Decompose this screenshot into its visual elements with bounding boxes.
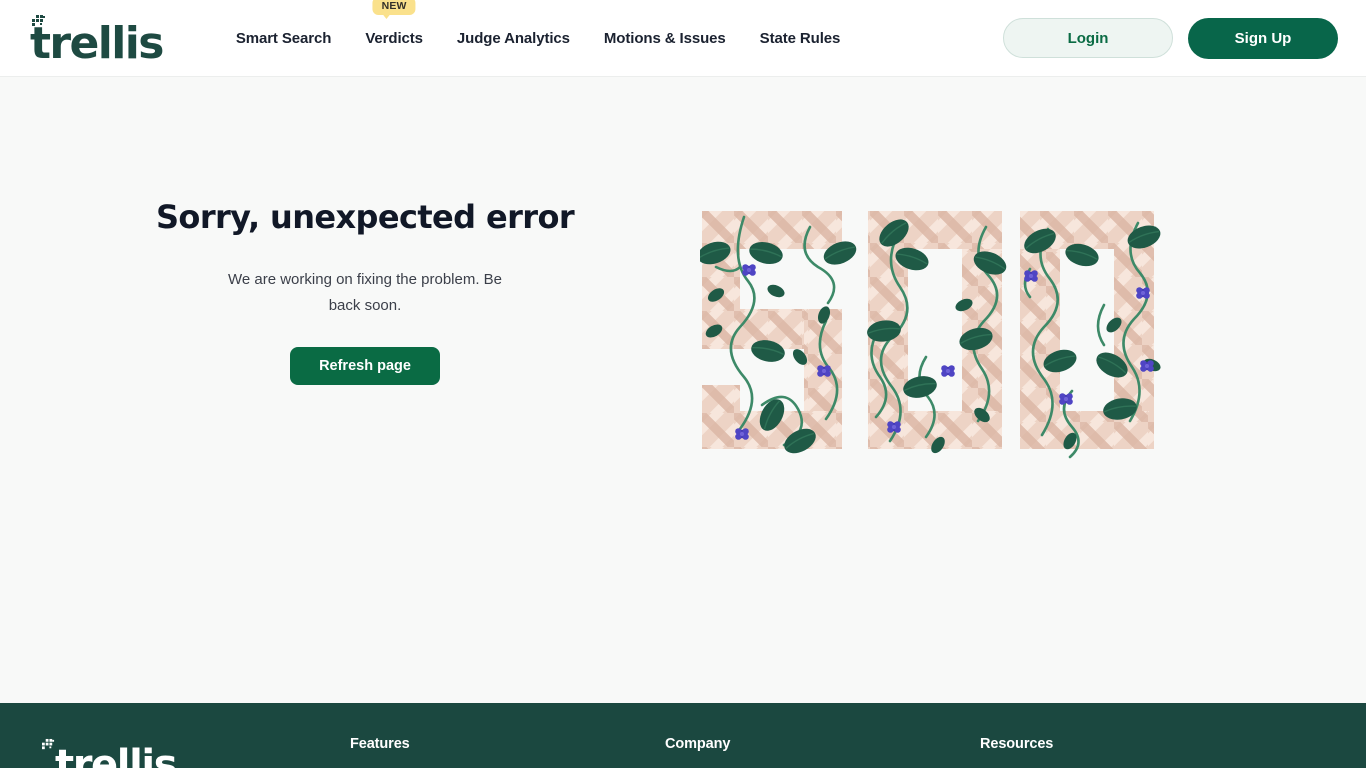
- error-page-main: Sorry, unexpected error We are working o…: [0, 77, 1366, 703]
- error-illustration: [700, 209, 1180, 469]
- login-button[interactable]: Login: [1003, 18, 1173, 58]
- main-navigation: Smart Search NEW Verdicts Judge Analytic…: [219, 0, 858, 57]
- nav-label: Verdicts: [365, 29, 423, 47]
- footer-column-title: Company: [665, 736, 731, 752]
- nav-item-motions-issues[interactable]: Motions & Issues: [587, 20, 743, 57]
- nav-item-smart-search[interactable]: Smart Search: [219, 20, 349, 57]
- footer-brand-logo[interactable]: trellis: [30, 736, 350, 768]
- nav-label: Judge Analytics: [456, 29, 570, 47]
- nav-item-verdicts[interactable]: NEW Verdicts: [348, 0, 440, 57]
- new-badge: NEW: [372, 0, 416, 19]
- site-header: trellis Smart Search NEW Verdicts Judge …: [0, 0, 1366, 77]
- trellis-logo-mark-icon: [32, 14, 45, 26]
- page-title: Sorry, unexpected error: [155, 198, 575, 236]
- error-message-block: Sorry, unexpected error We are working o…: [85, 77, 645, 385]
- footer-inner: trellis Features Company Resources: [30, 703, 1336, 768]
- footer-column-title: Features: [350, 736, 410, 752]
- signup-button[interactable]: Sign Up: [1188, 17, 1338, 59]
- footer-column-title: Resources: [980, 736, 1054, 752]
- nav-label: Smart Search: [235, 29, 332, 47]
- brand-name: trellis: [30, 17, 164, 69]
- nav-item-state-rules[interactable]: State Rules: [743, 20, 858, 57]
- footer-column-company: Company: [665, 736, 980, 768]
- header-actions: Login Sign Up: [1003, 17, 1338, 59]
- error-subtitle: We are working on fixing the problem. Be…: [227, 271, 503, 314]
- site-footer: trellis Features Company Resources: [0, 703, 1366, 768]
- footer-column-features: Features: [350, 736, 665, 768]
- nav-label: State Rules: [759, 29, 841, 47]
- nav-label: Motions & Issues: [603, 29, 726, 47]
- brand-logo[interactable]: trellis: [30, 11, 164, 69]
- 500-trellis-illustration-icon: [700, 211, 1165, 459]
- refresh-page-button[interactable]: Refresh page: [290, 347, 440, 385]
- footer-trellis-logo-mark-icon: [42, 738, 55, 750]
- footer-column-resources: Resources: [980, 736, 1295, 768]
- nav-item-judge-analytics[interactable]: Judge Analytics: [440, 20, 587, 57]
